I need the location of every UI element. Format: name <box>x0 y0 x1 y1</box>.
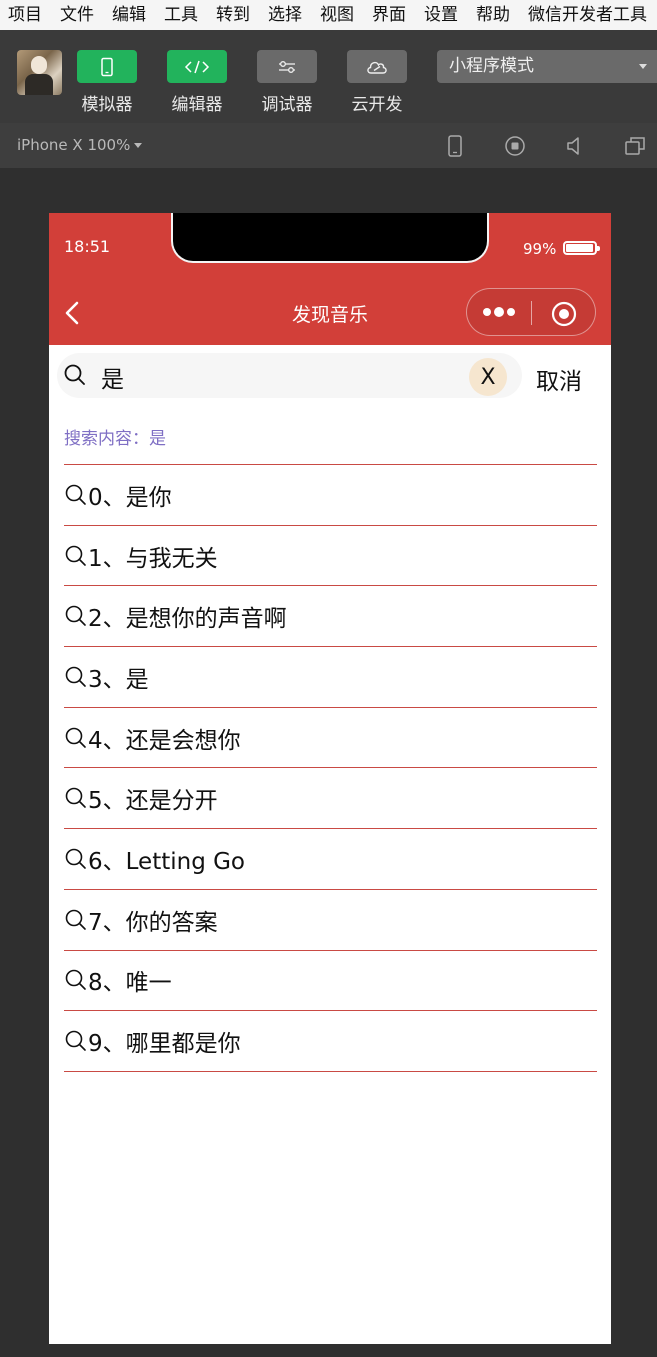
phone-notch <box>171 213 489 263</box>
search-icon <box>65 605 86 627</box>
search-icon <box>65 727 86 748</box>
list-item-label: 5、还是分开 <box>88 788 218 815</box>
mode-select-value: 小程序模式 <box>449 56 534 76</box>
search-input[interactable]: 是 <box>101 360 124 394</box>
search-icon <box>65 787 86 809</box>
avatar[interactable] <box>17 50 62 95</box>
phone-icon <box>101 57 113 76</box>
simulator-tool[interactable]: 模拟器 <box>77 50 137 115</box>
record-icon[interactable] <box>503 134 527 158</box>
menu-item-view[interactable]: 视图 <box>320 3 354 27</box>
device-bar: iPhone X 100% <box>0 123 657 168</box>
list-item[interactable]: 4、还是会想你 <box>64 708 597 769</box>
search-bar[interactable]: 是 <box>57 353 522 398</box>
list-item-label: 8、唯一 <box>88 970 172 997</box>
search-icon <box>65 666 86 687</box>
chevron-down-icon <box>134 143 143 148</box>
device-select[interactable]: iPhone X 100% <box>17 136 143 154</box>
code-icon <box>184 60 210 73</box>
menu-capsule <box>466 288 596 336</box>
simulator-button[interactable] <box>77 50 137 83</box>
close-miniprogram-icon[interactable] <box>551 301 577 327</box>
search-icon <box>64 364 85 385</box>
list-item[interactable]: 7、你的答案 <box>64 890 597 951</box>
list-item-label: 2、是想你的声音啊 <box>88 606 287 633</box>
menu-item-goto[interactable]: 转到 <box>216 3 250 27</box>
list-item[interactable]: 1、与我无关 <box>64 526 597 587</box>
editor-label: 编辑器 <box>171 95 223 115</box>
phone-simulator: 18:51 99% 发现音乐 是 X 取消 搜索内容：是 0、是你 1、与我无关… <box>49 213 611 1344</box>
list-item[interactable]: 3、是 <box>64 647 597 708</box>
list-item-label: 1、与我无关 <box>88 545 218 572</box>
menu-item-file[interactable]: 文件 <box>60 3 94 27</box>
menu-item-project[interactable]: 项目 <box>8 3 42 27</box>
list-item[interactable]: 6、Letting Go <box>64 829 597 890</box>
menu-item-wechat-devtools[interactable]: 微信开发者工具 <box>528 3 647 27</box>
list-item-label: 0、是你 <box>88 484 172 511</box>
cloud-button[interactable] <box>347 50 407 83</box>
speaker-icon[interactable] <box>563 134 587 158</box>
editor-button[interactable] <box>167 50 227 83</box>
battery-icon <box>563 241 600 255</box>
list-item[interactable]: 0、是你 <box>64 465 597 526</box>
list-item-label: 9、哪里都是你 <box>88 1031 241 1058</box>
search-icon <box>65 545 86 566</box>
menu-item-interface[interactable]: 界面 <box>372 3 406 27</box>
battery-percent: 99% <box>523 240 557 258</box>
search-icon <box>65 848 86 869</box>
cloud-tool[interactable]: 云开发 <box>347 50 407 115</box>
menu-item-edit[interactable]: 编辑 <box>112 3 146 27</box>
search-icon <box>65 1030 86 1051</box>
list-item-label: 7、你的答案 <box>88 909 218 936</box>
list-item[interactable]: 5、还是分开 <box>64 768 597 830</box>
navigation-header: 18:51 99% 发现音乐 <box>49 213 611 345</box>
sliders-icon <box>279 60 295 73</box>
search-icon <box>65 484 86 505</box>
clear-search-button[interactable]: X <box>469 358 507 396</box>
popout-window-icon[interactable] <box>623 134 647 158</box>
search-content-label: 搜索内容：是 <box>64 429 166 449</box>
menu-item-settings[interactable]: 设置 <box>424 3 458 27</box>
capsule-divider <box>531 301 532 325</box>
cloud-label: 云开发 <box>351 95 403 115</box>
menu-item-tools[interactable]: 工具 <box>164 3 198 27</box>
chevron-down-icon <box>639 64 647 69</box>
phone-outline-icon[interactable] <box>443 134 467 158</box>
more-icon[interactable] <box>482 305 516 319</box>
menu-bar: 项目 文件 编辑 工具 转到 选择 视图 界面 设置 帮助 微信开发者工具 <box>0 0 657 30</box>
menu-item-help[interactable]: 帮助 <box>476 3 510 27</box>
list-item-label: 6、Letting Go <box>88 848 246 875</box>
list-item[interactable]: 9、哪里都是你 <box>64 1011 597 1072</box>
search-results-list: 0、是你 1、与我无关 2、是想你的声音啊 3、是 4、还是会想你 5、还是分开… <box>64 465 597 1072</box>
list-item[interactable]: 8、唯一 <box>64 951 597 1012</box>
cancel-button[interactable]: 取消 <box>536 362 582 396</box>
list-item-label: 4、还是会想你 <box>88 727 241 754</box>
simulator-label: 模拟器 <box>81 95 133 115</box>
menu-item-select[interactable]: 选择 <box>268 3 302 27</box>
debugger-label: 调试器 <box>261 95 313 115</box>
search-icon <box>65 970 86 991</box>
device-select-label: iPhone X 100% <box>17 136 131 154</box>
list-item-label: 3、是 <box>88 666 149 693</box>
debugger-button[interactable] <box>257 50 317 83</box>
cloud-icon <box>367 61 387 74</box>
editor-tool[interactable]: 编辑器 <box>167 50 227 115</box>
status-time: 18:51 <box>64 237 111 256</box>
search-icon <box>65 909 86 930</box>
debugger-tool[interactable]: 调试器 <box>257 50 317 115</box>
toolbar: 模拟器 编辑器 调试器 云开发 小程序模式 <box>0 30 657 123</box>
list-item[interactable]: 2、是想你的声音啊 <box>64 586 597 648</box>
mode-select[interactable]: 小程序模式 <box>437 50 657 83</box>
